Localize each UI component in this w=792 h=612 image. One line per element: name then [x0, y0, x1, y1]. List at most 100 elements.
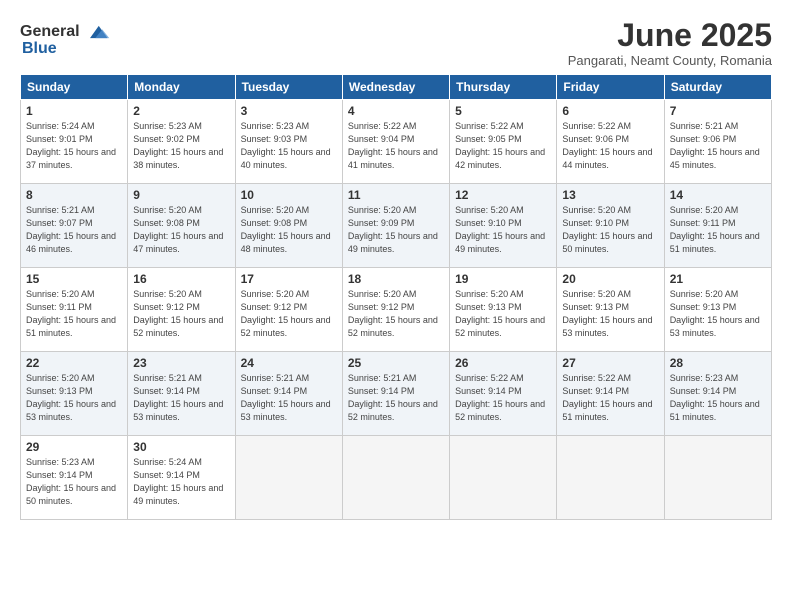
table-row: 28 Sunrise: 5:23 AMSunset: 9:14 PMDayligh…	[664, 352, 771, 436]
day-info: Sunrise: 5:23 AMSunset: 9:14 PMDaylight:…	[670, 372, 766, 424]
day-number: 1	[26, 104, 122, 118]
title-block: June 2025 Pangarati, Neamt County, Roman…	[568, 18, 772, 68]
table-row: 23 Sunrise: 5:21 AMSunset: 9:14 PMDayligh…	[128, 352, 235, 436]
logo: General Blue	[20, 18, 111, 58]
day-number: 21	[670, 272, 766, 286]
table-row: 8 Sunrise: 5:21 AMSunset: 9:07 PMDaylight…	[21, 184, 128, 268]
table-row: 7Sunrise: 5:21 AMSunset: 9:06 PMDaylight…	[664, 100, 771, 184]
day-info: Sunrise: 5:20 AMSunset: 9:12 PMDaylight:…	[133, 288, 229, 340]
day-number: 3	[241, 104, 337, 118]
logo-text-blue: Blue	[22, 40, 57, 58]
day-info: Sunrise: 5:20 AMSunset: 9:13 PMDaylight:…	[562, 288, 658, 340]
day-info: Sunrise: 5:20 AMSunset: 9:11 PMDaylight:…	[670, 204, 766, 256]
table-row: 9Sunrise: 5:20 AMSunset: 9:08 PMDaylight…	[128, 184, 235, 268]
day-info: Sunrise: 5:22 AMSunset: 9:04 PMDaylight:…	[348, 120, 444, 172]
table-row	[235, 436, 342, 520]
table-row: 2Sunrise: 5:23 AMSunset: 9:02 PMDaylight…	[128, 100, 235, 184]
day-info: Sunrise: 5:21 AMSunset: 9:14 PMDaylight:…	[348, 372, 444, 424]
table-row: 12 Sunrise: 5:20 AMSunset: 9:10 PMDayligh…	[450, 184, 557, 268]
calendar-table: Sunday Monday Tuesday Wednesday Thursday…	[20, 74, 772, 520]
day-info: Sunrise: 5:20 AMSunset: 9:13 PMDaylight:…	[670, 288, 766, 340]
col-thursday: Thursday	[450, 75, 557, 100]
day-number: 11	[348, 188, 444, 202]
day-number: 9	[133, 188, 229, 202]
day-info: Sunrise: 5:21 AMSunset: 9:07 PMDaylight:…	[26, 204, 122, 256]
table-row: 26 Sunrise: 5:22 AMSunset: 9:14 PMDayligh…	[450, 352, 557, 436]
table-row: 24 Sunrise: 5:21 AMSunset: 9:14 PMDayligh…	[235, 352, 342, 436]
day-info: Sunrise: 5:22 AMSunset: 9:14 PMDaylight:…	[455, 372, 551, 424]
table-row: 21 Sunrise: 5:20 AMSunset: 9:13 PMDayligh…	[664, 268, 771, 352]
day-number: 14	[670, 188, 766, 202]
logo-text-general: General	[20, 23, 80, 41]
table-row: 27 Sunrise: 5:22 AMSunset: 9:14 PMDayligh…	[557, 352, 664, 436]
day-number: 27	[562, 356, 658, 370]
table-row: 1 Sunrise: 5:24 AMSunset: 9:01 PMDaylight…	[21, 100, 128, 184]
header: General Blue June 2025 Pangarati, Neamt …	[20, 18, 772, 68]
day-info: Sunrise: 5:23 AMSunset: 9:02 PMDaylight:…	[133, 120, 229, 172]
day-number: 13	[562, 188, 658, 202]
col-friday: Friday	[557, 75, 664, 100]
table-row: 11 Sunrise: 5:20 AMSunset: 9:09 PMDayligh…	[342, 184, 449, 268]
day-info: Sunrise: 5:20 AMSunset: 9:12 PMDaylight:…	[348, 288, 444, 340]
day-number: 5	[455, 104, 551, 118]
table-row	[664, 436, 771, 520]
table-row: 3Sunrise: 5:23 AMSunset: 9:03 PMDaylight…	[235, 100, 342, 184]
table-row: 19Sunrise: 5:20 AMSunset: 9:13 PMDayligh…	[450, 268, 557, 352]
day-info: Sunrise: 5:22 AMSunset: 9:06 PMDaylight:…	[562, 120, 658, 172]
day-info: Sunrise: 5:24 AMSunset: 9:01 PMDaylight:…	[26, 120, 122, 172]
day-info: Sunrise: 5:22 AMSunset: 9:14 PMDaylight:…	[562, 372, 658, 424]
day-info: Sunrise: 5:21 AMSunset: 9:14 PMDaylight:…	[133, 372, 229, 424]
col-saturday: Saturday	[664, 75, 771, 100]
table-row: 5Sunrise: 5:22 AMSunset: 9:05 PMDaylight…	[450, 100, 557, 184]
day-info: Sunrise: 5:20 AMSunset: 9:13 PMDaylight:…	[26, 372, 122, 424]
day-number: 6	[562, 104, 658, 118]
day-number: 8	[26, 188, 122, 202]
day-info: Sunrise: 5:24 AMSunset: 9:14 PMDaylight:…	[133, 456, 229, 508]
day-info: Sunrise: 5:20 AMSunset: 9:08 PMDaylight:…	[241, 204, 337, 256]
table-row: 29Sunrise: 5:23 AMSunset: 9:14 PMDayligh…	[21, 436, 128, 520]
table-row: 18 Sunrise: 5:20 AMSunset: 9:12 PMDayligh…	[342, 268, 449, 352]
calendar-week-row: 15Sunrise: 5:20 AMSunset: 9:11 PMDayligh…	[21, 268, 772, 352]
main-title: June 2025	[568, 18, 772, 53]
table-row	[557, 436, 664, 520]
day-number: 17	[241, 272, 337, 286]
day-number: 22	[26, 356, 122, 370]
day-number: 18	[348, 272, 444, 286]
day-number: 30	[133, 440, 229, 454]
day-info: Sunrise: 5:21 AMSunset: 9:14 PMDaylight:…	[241, 372, 337, 424]
page: General Blue June 2025 Pangarati, Neamt …	[0, 0, 792, 612]
day-number: 12	[455, 188, 551, 202]
calendar-week-row: 22 Sunrise: 5:20 AMSunset: 9:13 PMDayligh…	[21, 352, 772, 436]
col-tuesday: Tuesday	[235, 75, 342, 100]
day-number: 25	[348, 356, 444, 370]
day-info: Sunrise: 5:20 AMSunset: 9:12 PMDaylight:…	[241, 288, 337, 340]
table-row: 30 Sunrise: 5:24 AMSunset: 9:14 PMDayligh…	[128, 436, 235, 520]
table-row	[342, 436, 449, 520]
day-info: Sunrise: 5:20 AMSunset: 9:13 PMDaylight:…	[455, 288, 551, 340]
col-monday: Monday	[128, 75, 235, 100]
day-info: Sunrise: 5:20 AMSunset: 9:10 PMDaylight:…	[562, 204, 658, 256]
day-number: 15	[26, 272, 122, 286]
table-row: 6 Sunrise: 5:22 AMSunset: 9:06 PMDaylight…	[557, 100, 664, 184]
header-row: Sunday Monday Tuesday Wednesday Thursday…	[21, 75, 772, 100]
day-info: Sunrise: 5:23 AMSunset: 9:14 PMDaylight:…	[26, 456, 122, 508]
day-number: 26	[455, 356, 551, 370]
day-info: Sunrise: 5:20 AMSunset: 9:09 PMDaylight:…	[348, 204, 444, 256]
day-number: 16	[133, 272, 229, 286]
day-number: 20	[562, 272, 658, 286]
col-sunday: Sunday	[21, 75, 128, 100]
day-number: 28	[670, 356, 766, 370]
table-row: 10Sunrise: 5:20 AMSunset: 9:08 PMDayligh…	[235, 184, 342, 268]
table-row: 16 Sunrise: 5:20 AMSunset: 9:12 PMDayligh…	[128, 268, 235, 352]
day-number: 24	[241, 356, 337, 370]
table-row: 17 Sunrise: 5:20 AMSunset: 9:12 PMDayligh…	[235, 268, 342, 352]
subtitle: Pangarati, Neamt County, Romania	[568, 53, 772, 68]
calendar-week-row: 29Sunrise: 5:23 AMSunset: 9:14 PMDayligh…	[21, 436, 772, 520]
day-number: 4	[348, 104, 444, 118]
table-row: 4 Sunrise: 5:22 AMSunset: 9:04 PMDaylight…	[342, 100, 449, 184]
table-row: 15Sunrise: 5:20 AMSunset: 9:11 PMDayligh…	[21, 268, 128, 352]
calendar-week-row: 8 Sunrise: 5:21 AMSunset: 9:07 PMDaylight…	[21, 184, 772, 268]
table-row: 13 Sunrise: 5:20 AMSunset: 9:10 PMDayligh…	[557, 184, 664, 268]
day-number: 23	[133, 356, 229, 370]
day-info: Sunrise: 5:20 AMSunset: 9:10 PMDaylight:…	[455, 204, 551, 256]
